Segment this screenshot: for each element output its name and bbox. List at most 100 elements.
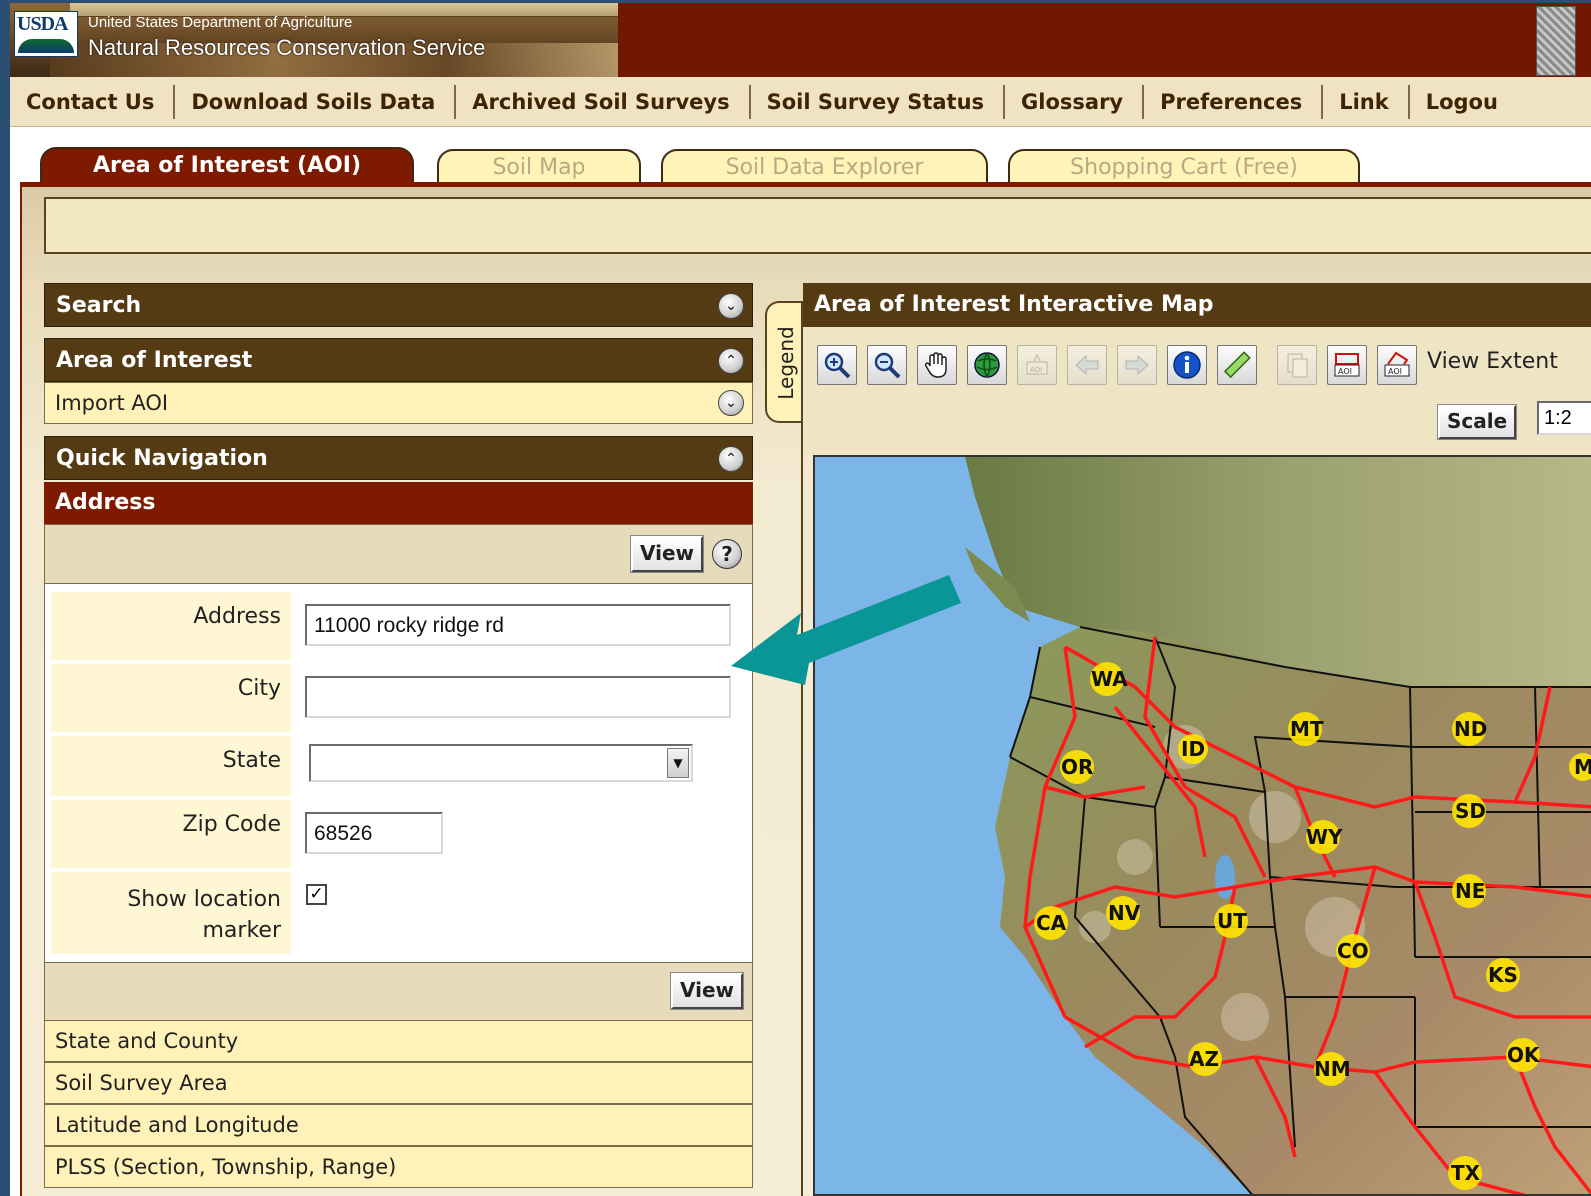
map-panel-title: Area of Interest Interactive Map xyxy=(814,292,1214,317)
city-input[interactable] xyxy=(305,676,731,718)
svg-text:AOI: AOI xyxy=(1338,367,1352,376)
state-label: State xyxy=(51,736,291,796)
expand-icon[interactable]: ⌄ xyxy=(718,293,744,319)
state-label-nv: NV xyxy=(1106,896,1141,930)
zoom-out-icon[interactable] xyxy=(867,345,907,385)
zoom-in-icon[interactable] xyxy=(817,345,857,385)
address-section-header[interactable]: Address xyxy=(44,482,753,524)
svg-text:ND: ND xyxy=(1454,717,1487,741)
nav-preferences[interactable]: Preferences xyxy=(1144,84,1324,119)
address-input[interactable]: 11000 rocky ridge rd xyxy=(305,604,731,646)
scale-input[interactable]: 1:2 xyxy=(1537,401,1591,435)
tab-strip: Area of Interest (AOI) Soil Map Soil Dat… xyxy=(10,127,1591,187)
show-location-label-line2: marker xyxy=(202,918,282,943)
zip-code-label: Zip Code xyxy=(51,800,291,868)
show-location-marker-checkbox[interactable]: ✓ xyxy=(306,884,327,905)
svg-text:UT: UT xyxy=(1217,909,1247,933)
search-panel-title: Search xyxy=(56,293,142,318)
state-select[interactable]: ▼ xyxy=(309,744,693,782)
full-extent-globe-icon[interactable] xyxy=(967,345,1007,385)
nav-contact-us[interactable]: Contact Us xyxy=(10,84,176,119)
soil-survey-area-label: Soil Survey Area xyxy=(55,1071,228,1095)
area-of-interest-panel-title: Area of Interest xyxy=(56,348,253,373)
state-label-co: CO xyxy=(1336,934,1370,968)
state-label-nm: NM xyxy=(1314,1052,1351,1086)
tab-shopping-cart[interactable]: Shopping Cart (Free) xyxy=(1008,149,1360,186)
quick-navigation-panel-header[interactable]: Quick Navigation ⌃ xyxy=(44,436,753,480)
svg-text:NM: NM xyxy=(1314,1057,1351,1081)
nav-download-soils-data[interactable]: Download Soils Data xyxy=(175,84,457,119)
import-aoi-label: Import AOI xyxy=(55,391,169,415)
header-side-photo xyxy=(1536,6,1576,76)
address-form: Address 11000 rocky ridge rd City State … xyxy=(44,584,753,962)
state-and-county-label: State and County xyxy=(55,1029,239,1053)
search-panel-header[interactable]: Search ⌄ xyxy=(44,283,753,327)
usda-logo-text: USDA xyxy=(17,13,68,35)
nav-logout[interactable]: Logou xyxy=(1410,85,1517,119)
agency-name: Natural Resources Conservation Service xyxy=(88,35,486,60)
state-label-or: OR xyxy=(1060,750,1094,784)
view-button-bottom[interactable]: View xyxy=(669,972,745,1010)
aoi-polygon-icon[interactable]: AOI xyxy=(1377,345,1417,385)
svg-text:CO: CO xyxy=(1337,939,1369,963)
svg-text:WY: WY xyxy=(1306,825,1343,849)
plss-label: PLSS (Section, Township, Range) xyxy=(55,1155,397,1179)
map-panel-header: Area of Interest Interactive Map xyxy=(803,283,1591,327)
soil-survey-area-row[interactable]: Soil Survey Area xyxy=(44,1062,753,1104)
copy-icon[interactable] xyxy=(1277,345,1317,385)
usda-logo[interactable]: USDA xyxy=(14,11,78,57)
state-and-county-row[interactable]: State and County xyxy=(44,1020,753,1062)
tab-soil-map[interactable]: Soil Map xyxy=(437,149,641,186)
pan-hand-icon[interactable] xyxy=(917,345,957,385)
tab-soil-data-explorer[interactable]: Soil Data Explorer xyxy=(661,149,988,186)
nav-soil-survey-status[interactable]: Soil Survey Status xyxy=(751,84,1006,119)
state-label-wa: WA xyxy=(1090,662,1128,696)
nav-link[interactable]: Link xyxy=(1323,84,1410,119)
import-aoi-row[interactable]: Import AOI ⌄ xyxy=(44,382,753,424)
state-label-ut: UT xyxy=(1214,904,1248,938)
identify-info-icon[interactable] xyxy=(1167,345,1207,385)
collapse-icon[interactable]: ⌃ xyxy=(718,446,744,472)
plss-row[interactable]: PLSS (Section, Township, Range) xyxy=(44,1146,753,1188)
legend-label: Legend xyxy=(774,326,798,400)
collapse-icon[interactable]: ⌃ xyxy=(718,348,744,374)
svg-text:SD: SD xyxy=(1455,799,1486,823)
svg-text:M: M xyxy=(1574,755,1591,779)
expand-icon[interactable]: ⌄ xyxy=(718,390,744,416)
show-location-marker-label: Show location marker xyxy=(51,872,291,954)
nav-glossary[interactable]: Glossary xyxy=(1005,84,1145,119)
state-label-ne: NE xyxy=(1452,874,1486,908)
latitude-longitude-row[interactable]: Latitude and Longitude xyxy=(44,1104,753,1146)
measure-ruler-icon[interactable] xyxy=(1217,345,1257,385)
next-extent-icon[interactable] xyxy=(1117,345,1157,385)
map-toolbar: AOI AOI AOI View Extent Scale 1:2 xyxy=(803,327,1591,455)
state-label-ks: KS xyxy=(1486,958,1520,992)
area-of-interest-panel-header[interactable]: Area of Interest ⌃ xyxy=(44,338,753,382)
previous-extent-icon[interactable] xyxy=(1067,345,1107,385)
svg-text:NE: NE xyxy=(1455,879,1485,903)
top-navigation: Contact Us Download Soils Data Archived … xyxy=(10,77,1591,127)
legend-tab[interactable]: Legend xyxy=(765,301,801,423)
aoi-rectangle-icon[interactable]: AOI xyxy=(1327,345,1367,385)
aoi-define-icon[interactable]: AOI xyxy=(1017,345,1057,385)
view-button-top[interactable]: View xyxy=(629,535,705,573)
zip-code-input[interactable]: 68526 xyxy=(305,812,443,854)
address-label-text: Address xyxy=(193,604,281,629)
view-extent-label[interactable]: View Extent xyxy=(1427,349,1558,374)
svg-text:TX: TX xyxy=(1451,1161,1481,1185)
svg-text:NV: NV xyxy=(1108,901,1141,925)
city-label: City xyxy=(51,664,291,732)
svg-text:AZ: AZ xyxy=(1189,1047,1219,1071)
great-salt-lake xyxy=(1215,855,1235,899)
state-label-ca: CA xyxy=(1034,906,1068,940)
svg-text:AOI: AOI xyxy=(1030,366,1042,374)
dropdown-arrow-icon[interactable]: ▼ xyxy=(667,748,689,778)
svg-text:CA: CA xyxy=(1036,911,1067,935)
address-section-title: Address xyxy=(55,490,156,515)
nav-archived-soil-surveys[interactable]: Archived Soil Surveys xyxy=(456,84,751,119)
browser-frame: USDA United States Department of Agricul… xyxy=(10,3,1591,1196)
state-label-wy: WY xyxy=(1306,820,1343,854)
tab-area-of-interest[interactable]: Area of Interest (AOI) xyxy=(40,147,414,187)
svg-text:MT: MT xyxy=(1290,717,1324,741)
scale-button[interactable]: Scale xyxy=(1436,404,1518,440)
